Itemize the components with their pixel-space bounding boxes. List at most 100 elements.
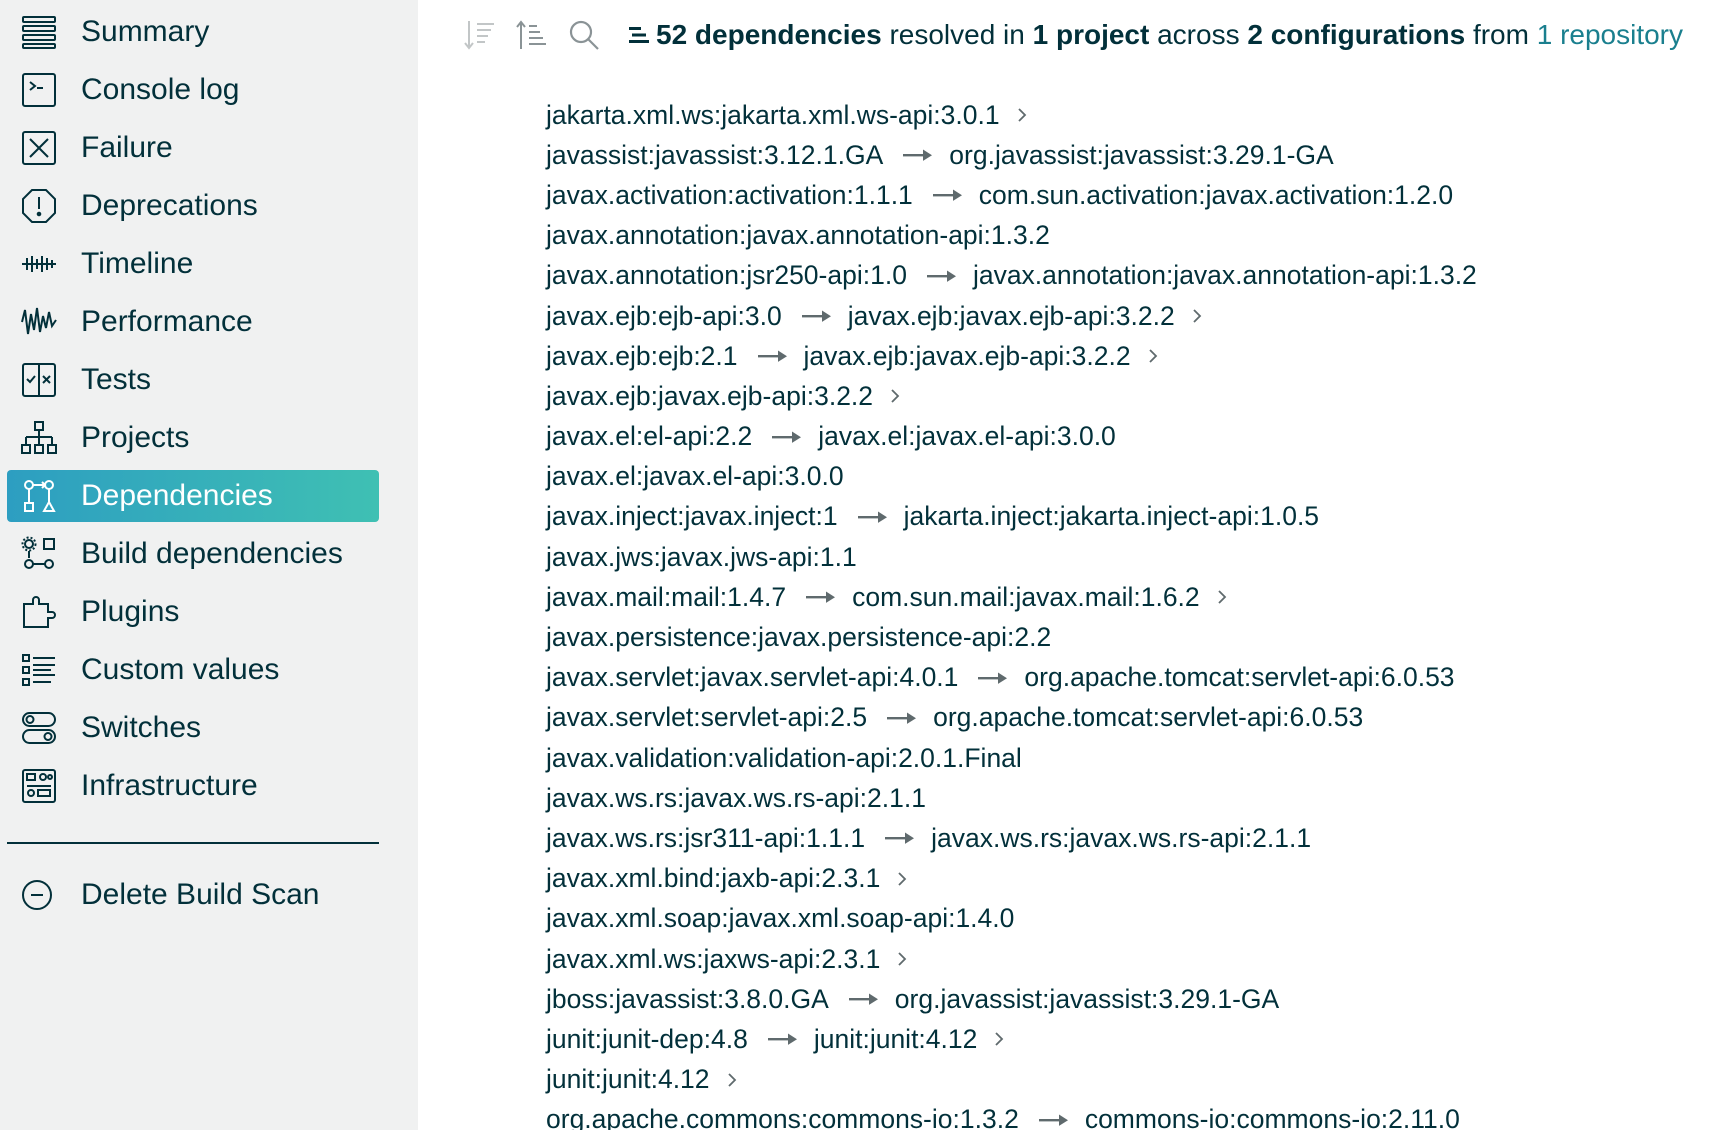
sidebar-item-label: Tests	[81, 363, 152, 396]
sidebar-item-summary[interactable]: Summary	[7, 6, 379, 58]
arrow-right-icon	[885, 829, 915, 847]
selected-coordinate[interactable]: org.apache.tomcat:servlet-api:6.0.53	[1024, 662, 1454, 693]
requested-coordinate[interactable]: javax.servlet:javax.servlet-api:4.0.1	[546, 662, 958, 693]
sidebar-item-tests[interactable]: Tests	[7, 354, 379, 406]
requested-coordinate[interactable]: jboss:javassist:3.8.0.GA	[546, 984, 829, 1015]
delete-build-scan-button[interactable]: Delete Build Scan	[7, 869, 379, 921]
arrow-right-icon	[1038, 1111, 1069, 1129]
requested-coordinate[interactable]: javax.jws:javax.jws-api:1.1	[546, 542, 857, 573]
arrow-right-icon	[932, 186, 963, 204]
requested-coordinate[interactable]: javassist:javassist:3.12.1.GA	[546, 140, 883, 171]
sidebar-item-label: Summary	[81, 15, 210, 48]
dependency-row: org.apache.commons:commons-io:1.3.2 commo…	[546, 1100, 1726, 1130]
requested-coordinate[interactable]: javax.activation:activation:1.1.1	[546, 180, 913, 211]
selected-coordinate[interactable]: javax.annotation:javax.annotation-api:1.…	[973, 260, 1477, 291]
chevron-right-icon[interactable]	[896, 870, 910, 888]
sidebar-item-failure[interactable]: Failure	[7, 122, 379, 174]
infrastructure-icon	[19, 766, 59, 806]
requested-coordinate[interactable]: javax.validation:validation-api:2.0.1.Fi…	[546, 743, 1022, 774]
dependency-row: javax.mail:mail:1.4.7 com.sun.mail:javax.…	[546, 577, 1726, 617]
sidebar-item-performance[interactable]: Performance	[7, 296, 379, 348]
chevron-right-icon[interactable]	[1147, 347, 1161, 365]
sidebar-item-label: Switches	[81, 711, 202, 744]
toolbar: 52 dependencies resolved in 1 project ac…	[462, 12, 1683, 58]
configuration-count: 2 configurations	[1247, 19, 1466, 50]
requested-coordinate[interactable]: javax.xml.soap:javax.xml.soap-api:1.4.0	[546, 903, 1014, 934]
requested-coordinate[interactable]: javax.ejb:ejb-api:3.0	[546, 301, 782, 332]
selected-coordinate[interactable]: javax.ejb:javax.ejb-api:3.2.2	[804, 341, 1131, 372]
dependency-row: javax.ws.rs:javax.ws.rs-api:2.1.1	[546, 778, 1726, 818]
build-dependencies-icon	[19, 534, 59, 574]
sidebar-item-build-dependencies[interactable]: Build dependencies	[7, 528, 379, 580]
requested-coordinate[interactable]: junit:junit:4.12	[546, 1064, 710, 1095]
arrow-right-icon	[848, 990, 879, 1008]
plugins-icon	[19, 592, 59, 632]
dependency-row: javax.activation:activation:1.1.1 com.sun…	[546, 175, 1726, 215]
requested-coordinate[interactable]: javax.el:el-api:2.2	[546, 421, 752, 452]
selected-coordinate[interactable]: org.javassist:javassist:3.29.1-GA	[949, 140, 1333, 171]
sidebar-item-dependencies[interactable]: Dependencies	[7, 470, 379, 522]
sidebar-item-plugins[interactable]: Plugins	[7, 586, 379, 638]
selected-coordinate[interactable]: javax.ws.rs:javax.ws.rs-api:2.1.1	[931, 823, 1311, 854]
sidebar-item-projects[interactable]: Projects	[7, 412, 379, 464]
arrow-right-icon	[801, 307, 832, 325]
selected-coordinate[interactable]: commons-io:commons-io:2.11.0	[1085, 1104, 1460, 1130]
requested-coordinate[interactable]: javax.el:javax.el-api:3.0.0	[546, 461, 844, 492]
selected-coordinate[interactable]: com.sun.activation:javax.activation:1.2.…	[979, 180, 1453, 211]
summary-text-across: across	[1157, 19, 1240, 50]
chevron-right-icon[interactable]	[889, 387, 903, 405]
chevron-right-icon[interactable]	[896, 950, 910, 968]
sidebar-item-infrastructure[interactable]: Infrastructure	[7, 760, 379, 812]
minus-circle-icon	[19, 877, 55, 913]
dependencies-icon	[19, 476, 59, 516]
deprecations-icon	[19, 186, 59, 226]
requested-coordinate[interactable]: javax.inject:javax.inject:1	[546, 501, 838, 532]
selected-coordinate[interactable]: jakarta.inject:jakarta.inject-api:1.0.5	[904, 501, 1319, 532]
selected-coordinate[interactable]: org.javassist:javassist:3.29.1-GA	[895, 984, 1279, 1015]
dependency-row: javax.inject:javax.inject:1 jakarta.injec…	[546, 497, 1726, 537]
chevron-right-icon[interactable]	[1191, 307, 1205, 325]
requested-coordinate[interactable]: javax.annotation:jsr250-api:1.0	[546, 260, 907, 291]
requested-coordinate[interactable]: jakarta.xml.ws:jakarta.xml.ws-api:3.0.1	[546, 100, 1000, 131]
sidebar-item-label: Projects	[81, 421, 190, 454]
requested-coordinate[interactable]: javax.ws.rs:javax.ws.rs-api:2.1.1	[546, 783, 926, 814]
dependencies-summary: 52 dependencies resolved in 1 project ac…	[628, 19, 1683, 51]
arrow-right-icon	[857, 508, 888, 526]
chevron-right-icon[interactable]	[1216, 588, 1230, 606]
requested-coordinate[interactable]: org.apache.commons:commons-io:1.3.2	[546, 1104, 1019, 1130]
dependency-row: javassist:javassist:3.12.1.GA org.javassi…	[546, 135, 1726, 175]
requested-coordinate[interactable]: javax.servlet:servlet-api:2.5	[546, 702, 867, 733]
sidebar-item-label: Timeline	[81, 247, 194, 280]
timeline-icon	[19, 244, 59, 284]
search-icon[interactable]	[566, 17, 602, 53]
selected-coordinate[interactable]: javax.el:javax.el-api:3.0.0	[818, 421, 1116, 452]
sidebar-item-label: Plugins	[81, 595, 180, 628]
arrow-right-icon	[978, 669, 1008, 687]
requested-coordinate[interactable]: junit:junit-dep:4.8	[546, 1024, 748, 1055]
chevron-right-icon[interactable]	[1016, 106, 1030, 124]
sidebar-item-switches[interactable]: Switches	[7, 702, 379, 754]
requested-coordinate[interactable]: javax.annotation:javax.annotation-api:1.…	[546, 220, 1050, 251]
sidebar-item-console-log[interactable]: Console log	[7, 64, 379, 116]
sidebar-item-deprecations[interactable]: Deprecations	[7, 180, 379, 232]
requested-coordinate[interactable]: javax.mail:mail:1.4.7	[546, 582, 786, 613]
sort-ascending-icon[interactable]	[514, 17, 550, 53]
sort-descending-icon[interactable]	[462, 17, 498, 53]
sidebar-item-label: Deprecations	[81, 189, 258, 222]
selected-coordinate[interactable]: org.apache.tomcat:servlet-api:6.0.53	[933, 702, 1363, 733]
sidebar-item-timeline[interactable]: Timeline	[7, 238, 379, 290]
requested-coordinate[interactable]: javax.persistence:javax.persistence-api:…	[546, 622, 1051, 653]
requested-coordinate[interactable]: javax.xml.bind:jaxb-api:2.3.1	[546, 863, 880, 894]
selected-coordinate[interactable]: com.sun.mail:javax.mail:1.6.2	[852, 582, 1200, 613]
requested-coordinate[interactable]: javax.xml.ws:jaxws-api:2.3.1	[546, 944, 880, 975]
sidebar-item-custom-values[interactable]: Custom values	[7, 644, 379, 696]
chevron-right-icon[interactable]	[993, 1030, 1007, 1048]
sidebar-item-label: Performance	[81, 305, 253, 338]
selected-coordinate[interactable]: javax.ejb:javax.ejb-api:3.2.2	[848, 301, 1175, 332]
chevron-right-icon[interactable]	[726, 1071, 740, 1089]
requested-coordinate[interactable]: javax.ws.rs:jsr311-api:1.1.1	[546, 823, 865, 854]
selected-coordinate[interactable]: junit:junit:4.12	[814, 1024, 978, 1055]
repository-link[interactable]: 1 repository	[1537, 19, 1683, 51]
requested-coordinate[interactable]: javax.ejb:ejb:2.1	[546, 341, 738, 372]
requested-coordinate[interactable]: javax.ejb:javax.ejb-api:3.2.2	[546, 381, 873, 412]
